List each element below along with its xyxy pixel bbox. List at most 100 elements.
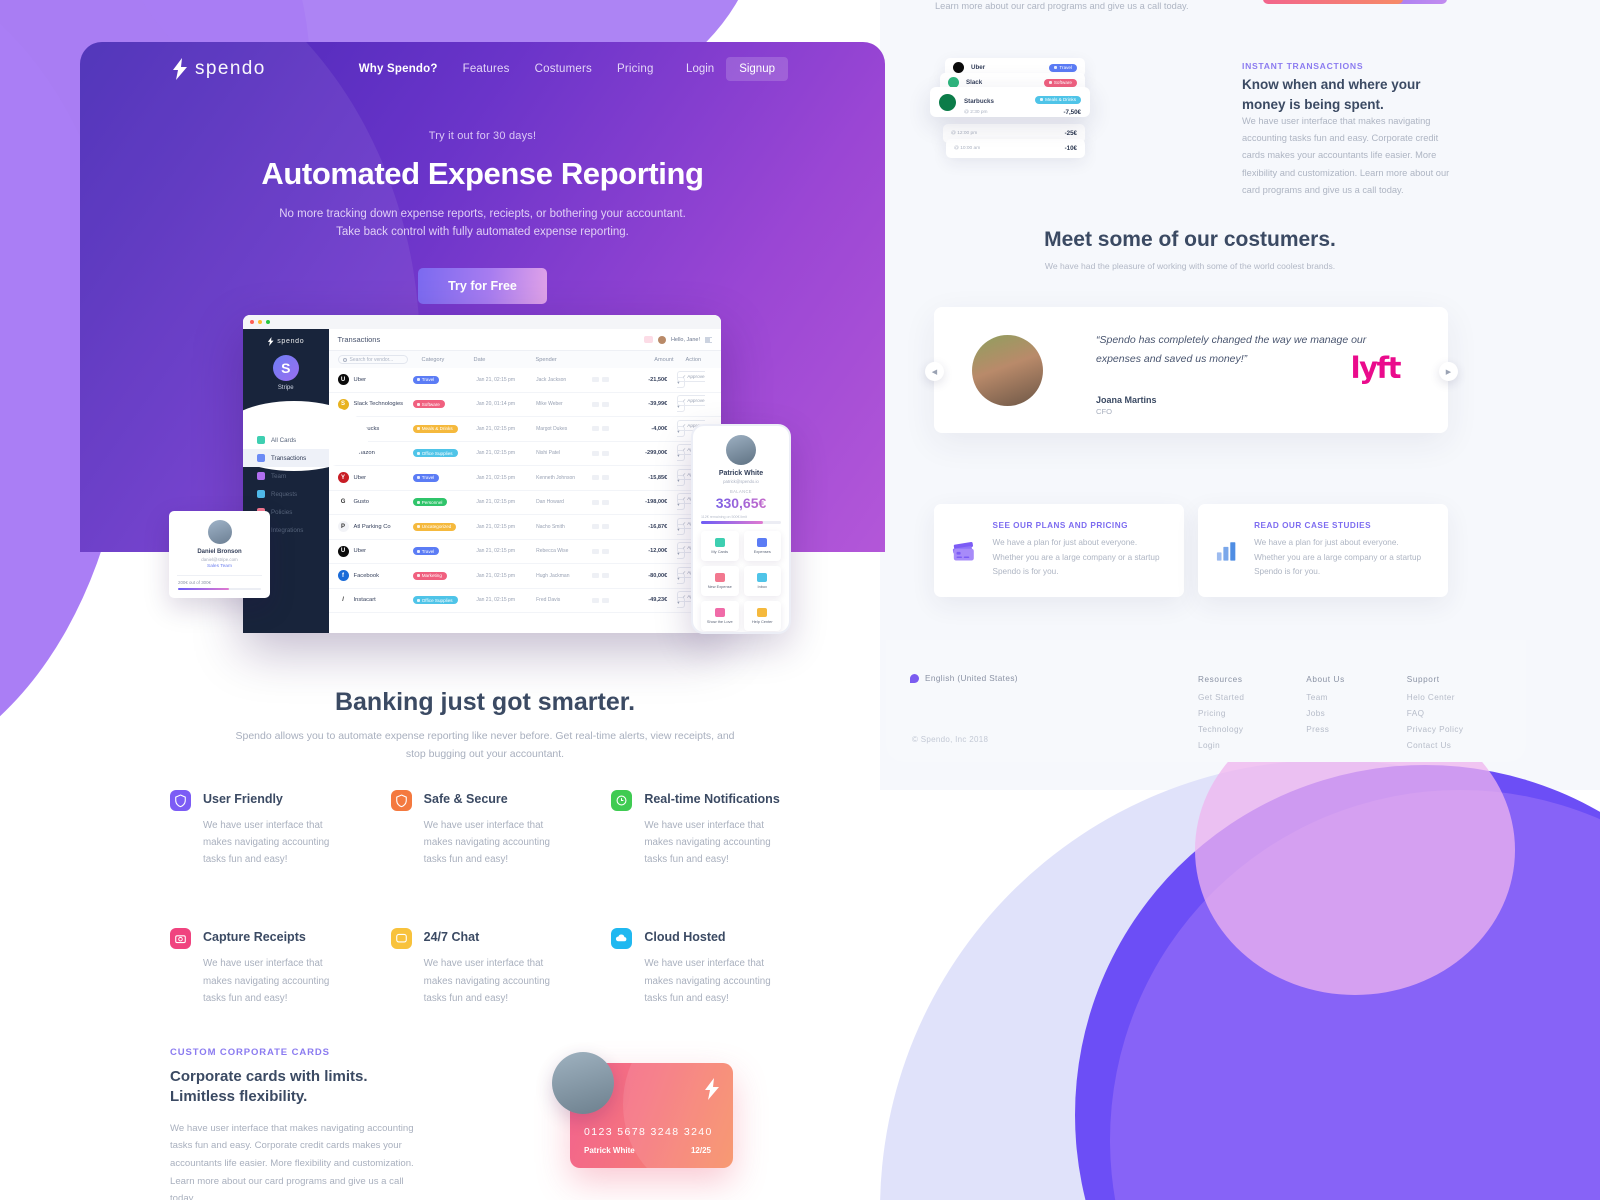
footer-link[interactable]: Jobs [1306,709,1344,718]
login-link[interactable]: Login [686,63,714,75]
tile-label: My Cards [711,548,729,554]
phone-tile[interactable]: Expenses [743,530,781,561]
tile-label: Show the Love [706,618,733,624]
case-studies-card[interactable]: READ OUR CASE STUDIES We have a plan for… [1198,504,1448,597]
row-vendor: Y Uber [337,472,413,484]
row-amount: -80,00€ [648,572,668,579]
testimonial-avatar [972,335,1043,406]
try-for-free-button[interactable]: Try for Free [418,267,547,304]
search-input[interactable]: Search for vendor... [337,355,408,364]
phone-tile[interactable]: Help Center [743,600,781,631]
table-row[interactable]: aAmazonOffice SuppliesJan 21, 02:15 pmNi… [328,442,721,466]
tile-icon [757,607,768,617]
main-navigation: spendo Why Spendo? Features Costumers Pr… [80,42,885,96]
sidebar-item-all-cards[interactable]: All Cards [243,431,329,449]
footer-link[interactable]: FAQ [1407,709,1464,718]
table-row[interactable]: f Facebook Marketing Jan 21, 02:15 pm Hugh J… [328,564,721,589]
brand-logo[interactable]: spendo [171,58,266,80]
table-row[interactable]: U Uber Travel Jan 21, 02:15 pm Jack Jackson -… [328,368,721,393]
footer-heading: About Us [1306,675,1345,684]
lyft-logo: lyft [1350,351,1402,385]
footer-link[interactable]: Pricing [1198,709,1244,718]
row-spender: Nacho Smith [536,523,565,530]
table-row[interactable]: P Atl Parking Co Uncategorized Jan 21, 02:1… [328,515,721,540]
nav-actions: Login Signup [686,57,788,81]
footer-link[interactable]: Technology [1198,725,1244,734]
feature-text: Real-time Notifications We have user inte… [644,790,794,868]
transaction-amount: -10€ [1064,145,1077,152]
plans-kicker: SEE OUR PLANS AND PRICING [992,521,1128,531]
transaction-row[interactable]: @ 10:00 am -10€ [946,139,1085,158]
vendor-name: Slack Technologies [353,401,404,408]
phone-tile[interactable]: New Expense [701,565,739,596]
feature-title: Cloud Hosted [644,930,726,945]
menu-icon[interactable] [705,336,712,343]
phone-tile[interactable]: Show the Love [701,600,739,631]
banking-subtitle-line-1: Spendo allows you to automate expense re… [235,730,735,742]
row-thumbnails [592,377,623,383]
corporate-body: We have user interface that makes naviga… [170,1122,414,1200]
sidebar-label: Team [271,472,287,480]
corporate-portrait [552,1052,614,1114]
purple-card-expiry: 12/25 [744,1140,761,1147]
sidebar-item-requests[interactable]: Requests [243,485,329,503]
row-action[interactable]: ✓ Approve ▾ [677,370,712,388]
instant-kicker: INSTANT TRANSACTIONS [1242,61,1364,71]
dashboard-mockup: spendo S Stripe All Cards Transactions T… [243,315,721,633]
cloud-icon [611,928,633,950]
footer-link[interactable]: Team [1306,693,1344,702]
nav-link-costumers[interactable]: Costumers [535,63,592,75]
tile-icon [757,572,768,582]
window-minimize-dot[interactable] [258,320,262,324]
plans-body: We have a plan for just about everyone. … [992,538,1160,577]
language-selector[interactable]: English (United States) [910,674,1018,683]
plans-pricing-card[interactable]: SEE OUR PLANS AND PRICING We have a plan… [934,504,1184,597]
carousel-prev-button[interactable]: ◀ [925,362,944,381]
carousel-next-button[interactable]: ▶ [1439,362,1458,381]
phone-tile-grid: My Cards Expenses New Expense Inbox Show the… [693,524,789,631]
table-row[interactable]: Y Uber Travel Jan 21, 02:15 pm Kenneth Johns… [328,466,721,491]
browser-title-bar [243,315,721,329]
transactions-icon [257,454,265,462]
footer-link[interactable]: Helo Center [1407,693,1464,702]
dashboard-header-title: Transactions [337,335,381,344]
nav-link-why-spendo[interactable]: Why Spendo? [359,63,438,75]
footer-link[interactable]: Login [1198,741,1244,750]
sidebar-item-team[interactable]: Team [243,467,329,485]
user-avatar[interactable] [657,335,666,344]
phone-tile[interactable]: Inbox [743,565,781,596]
testimonial-card: “Spendo has completely changed the way w… [934,307,1448,433]
phone-mockup: Patrick White patrick@spendo.io BALANCE … [691,424,791,634]
footer-columns: Resources Get Started Pricing Technology Log… [1198,675,1463,757]
phone-tile[interactable]: My Cards [701,530,739,561]
feature-item: 24/7 Chat We have user interface that mak… [390,928,590,1006]
table-row[interactable]: *StarbucksMeals & DrinksJan 21, 02:15 pm… [328,417,721,442]
signup-button[interactable]: Signup [726,57,788,81]
table-row[interactable]: S Slack Technologies Software Jan 20, 01:14… [328,393,721,417]
phone-balance-value: 330,65€ [693,495,789,511]
tile-icon [714,607,725,617]
footer-link[interactable]: Get Started [1198,693,1244,702]
window-maximize-dot[interactable] [266,320,270,324]
row-action[interactable]: ✓ Approve ▾ [677,395,712,413]
table-row[interactable]: G Gusto Personnel Jan 21, 02:15 pm Dan Howar… [328,491,721,515]
table-row[interactable]: / Instacart Office Supplies Jan 21, 02:15 p… [328,589,721,613]
footer-link[interactable]: Privacy Policy [1407,725,1464,734]
footer-link[interactable]: Press [1306,725,1344,734]
phone-user-name: Patrick White [718,470,764,477]
row-category: Personnel [412,498,477,507]
nav-link-features[interactable]: Features [463,63,510,75]
nav-link-pricing[interactable]: Pricing [617,63,654,75]
row-spender: Rebecca Wise [536,548,569,555]
row-vendor: S Slack Technologies [337,398,413,410]
row-spender: Margot Dukes [536,425,568,432]
footer-link[interactable]: Contact Us [1407,741,1464,750]
window-close-dot[interactable] [250,320,254,324]
profile-amount: 200€ out of 300€ [178,580,211,585]
transaction-row-highlighted[interactable]: Starbucks @ 2:30 pm Meals & Drinks -7,50… [930,87,1090,117]
feature-item: Real-time Notifications We have user inte… [611,790,810,868]
notification-chip[interactable] [643,336,653,343]
table-row[interactable]: U Uber Travel Jan 21, 02:15 pm Rebecca Wise -… [328,540,721,564]
sidebar-item-transactions[interactable]: Transactions [243,449,329,467]
tile-icon [714,572,725,582]
